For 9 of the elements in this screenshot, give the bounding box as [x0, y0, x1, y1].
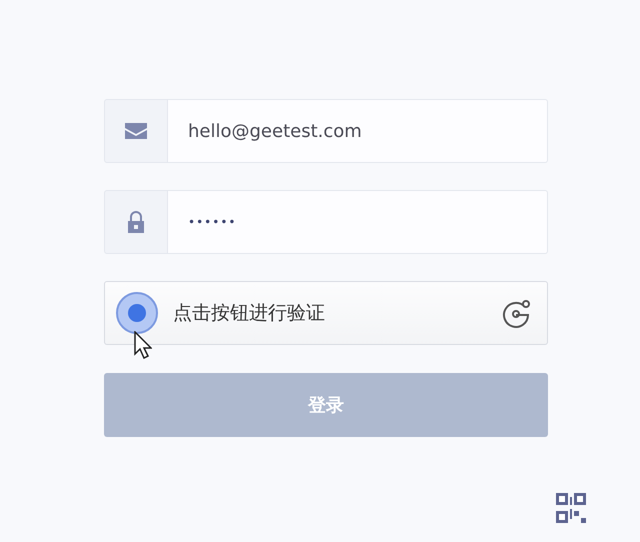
mouse-pointer-icon	[134, 331, 152, 359]
email-field[interactable]: hello@geetest.com	[168, 99, 548, 163]
mail-icon	[125, 123, 147, 139]
lock-icon	[127, 211, 145, 233]
radio-circle-icon	[115, 291, 159, 335]
password-field[interactable]: ••••••	[168, 190, 548, 254]
verify-button[interactable]: 点击按钮进行验证	[104, 281, 548, 345]
logo-icon	[501, 298, 531, 328]
qr-code-icon[interactable]	[556, 493, 586, 523]
